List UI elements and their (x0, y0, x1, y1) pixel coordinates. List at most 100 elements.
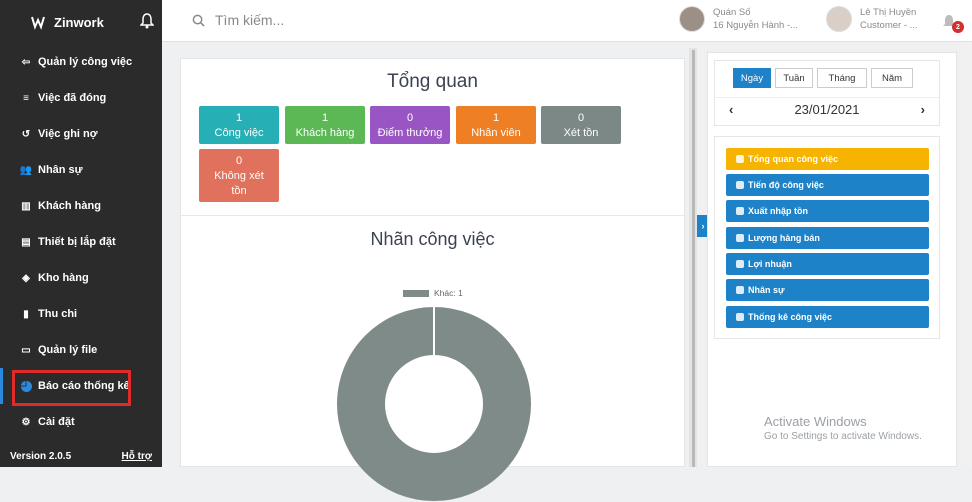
tile-value: 0 (235, 155, 243, 167)
period-tabs: Ngày Tuần Tháng Năm (733, 68, 917, 88)
chart-legend[interactable]: Khác: 1 (403, 288, 463, 298)
sidebar-item-label: Thiết bị lắp đặt (38, 236, 116, 248)
legend-label: Khác: 1 (434, 288, 463, 298)
tab-ngay[interactable]: Ngày (733, 68, 771, 88)
topbar: Tìm kiếm... Quán Số 16 Nguyễn Hành -... … (162, 0, 972, 42)
sidebar-footer: Version 2.0.5 Hỗ trợ (0, 445, 162, 467)
divider (181, 215, 684, 216)
sidebar-item-khach-hang[interactable]: ▥ Khách hàng (0, 188, 162, 224)
report-xuat-nhap-ton[interactable]: Xuất nhập tồn (726, 200, 929, 222)
tile-nhan-vien[interactable]: 1 Nhân viên (456, 106, 536, 144)
printer-icon: ▤ (21, 236, 31, 248)
tab-thang[interactable]: Tháng (817, 68, 867, 88)
tile-label: Công việc (214, 127, 264, 139)
sidebar-item-viec-ghi-no[interactable]: ↺ Việc ghi nợ (0, 116, 162, 152)
current-date[interactable]: 23/01/2021 (794, 102, 859, 117)
report-label: Lợi nhuận (748, 259, 792, 269)
report-tong-quan-cong-viec[interactable]: Tổng quan công việc (726, 148, 929, 170)
sidebar: Zinwork ⇦ Quản lý công việc ≡ Việc đã đó… (0, 0, 162, 467)
tile-label: Nhân viên (471, 127, 521, 139)
sidebar-item-label: Cài đặt (38, 416, 75, 428)
report-thong-ke-cong-viec[interactable]: Thống kê công việc (726, 306, 929, 328)
search-bar[interactable]: Tìm kiếm... (192, 12, 284, 28)
sidebar-item-label: Việc đã đóng (38, 92, 107, 104)
sidebar-item-label: Thu chi (38, 308, 78, 320)
progress-icon (736, 181, 744, 189)
tile-value: 1 (235, 112, 243, 124)
windows-activation-watermark: Activate Windows Go to Settings to activ… (764, 414, 922, 442)
tile-khach-hang[interactable]: 1 Khách hàng (285, 106, 365, 144)
main-scrollbar-thumb[interactable] (692, 50, 695, 467)
sidebar-item-cai-dat[interactable]: ⚙ Cài đặt (0, 404, 162, 440)
avatar (826, 6, 852, 32)
overview-panel: Tổng quan 1 Công việc 1 Khách hàng 0 Điể… (180, 58, 685, 501)
book-icon: ▥ (21, 200, 31, 212)
checklist-icon: ≡ (23, 92, 29, 104)
app-name: Zinwork (54, 14, 104, 30)
user-menu[interactable]: Lê Thị Huyền Customer - ... (826, 6, 918, 32)
sidebar-item-quan-ly-file[interactable]: ▭ Quản lý file (0, 332, 162, 368)
date-filter-card: Ngày Tuần Tháng Năm ‹ 23/01/2021 › (714, 60, 940, 126)
pie-chart-icon (736, 155, 744, 163)
date-navigator: ‹ 23/01/2021 › (715, 97, 939, 121)
tile-label: Không xét (214, 170, 264, 182)
page-scrollbar[interactable] (962, 42, 972, 467)
labels-chart-title: Nhãn công việc (370, 229, 495, 249)
store-avatar (679, 6, 705, 32)
report-loi-nhuan[interactable]: Lợi nhuận (726, 253, 929, 275)
bell-icon[interactable] (140, 13, 154, 29)
sidebar-item-quan-ly-cong-viec[interactable]: ⇦ Quản lý công việc (0, 44, 162, 80)
report-luong-hang-ban[interactable]: Lượng hàng bán (726, 227, 929, 249)
sidebar-item-thiet-bi-lap-dat[interactable]: ▤ Thiết bị lắp đặt (0, 224, 162, 260)
layers-icon (736, 207, 744, 215)
report-tien-do-cong-viec[interactable]: Tiến độ công việc (726, 174, 929, 196)
users-icon (736, 286, 744, 294)
report-nhan-su[interactable]: Nhân sự (726, 279, 929, 301)
document-icon: ▮ (23, 308, 29, 320)
user-role: Customer - ... (860, 20, 918, 31)
tab-nam[interactable]: Năm (871, 68, 913, 88)
report-label: Nhân sự (748, 285, 785, 295)
grid-icon (736, 260, 744, 268)
sidebar-item-label: Quản lý công việc (38, 56, 133, 68)
tile-diem-thuong[interactable]: 0 Điểm thưởng (370, 106, 450, 144)
labels-donut-chart[interactable] (336, 306, 532, 502)
brand[interactable]: Zinwork (0, 0, 162, 44)
sidebar-item-nhan-su[interactable]: 👥 Nhân sự (0, 152, 162, 188)
store-address: 16 Nguyễn Hành -... (713, 20, 799, 31)
tile-khong-xet-ton[interactable]: 0 Không xét tồn (199, 149, 279, 202)
chevron-right-icon[interactable]: › (921, 102, 925, 117)
tile-value: 0 (406, 112, 414, 124)
settings-icon: ⚙ (21, 416, 31, 428)
user-name: Lê Thị Huyền (860, 7, 917, 18)
tile-value: 0 (577, 112, 585, 124)
sidebar-item-label: Quản lý file (38, 344, 98, 356)
tile-label: Xét tồn (563, 127, 599, 139)
reports-menu-card: Tổng quan công việc Tiến độ công việc Xu… (714, 136, 940, 339)
sidebar-item-label: Nhân sự (38, 164, 83, 176)
folder-icon: ▭ (21, 344, 31, 356)
search-input[interactable]: Tìm kiếm... (215, 12, 284, 28)
tile-value: 1 (321, 112, 329, 124)
notification-badge: 2 (952, 21, 964, 33)
store-name: Quán Số (713, 7, 751, 18)
tile-label-line2: tồn (231, 185, 247, 197)
tile-cong-viec[interactable]: 1 Công việc (199, 106, 279, 144)
sidebar-item-label: Khách hàng (38, 200, 101, 212)
list-icon: ⇦ (21, 56, 31, 68)
help-link[interactable]: Hỗ trợ (122, 451, 152, 462)
report-label: Thống kê công việc (748, 312, 833, 322)
report-label: Tổng quan công việc (748, 154, 839, 164)
sidebar-item-kho-hang[interactable]: ◈ Kho hàng (0, 260, 162, 296)
chevron-left-icon[interactable]: ‹ (729, 102, 733, 117)
sidebar-item-thu-chi[interactable]: ▮ Thu chi (0, 296, 162, 332)
sidebar-item-viec-da-dong[interactable]: ≡ Việc đã đóng (0, 80, 162, 116)
calendar-icon (736, 234, 744, 242)
zinwork-logo-icon (31, 16, 45, 30)
tile-xet-ton[interactable]: 0 Xét tồn (541, 106, 621, 144)
tab-tuan[interactable]: Tuần (775, 68, 813, 88)
search-icon (192, 14, 205, 27)
notification-button[interactable]: 2 (942, 14, 964, 33)
store-switcher[interactable]: Quán Số 16 Nguyễn Hành -... (679, 6, 798, 32)
watermark-title: Activate Windows (764, 414, 867, 429)
